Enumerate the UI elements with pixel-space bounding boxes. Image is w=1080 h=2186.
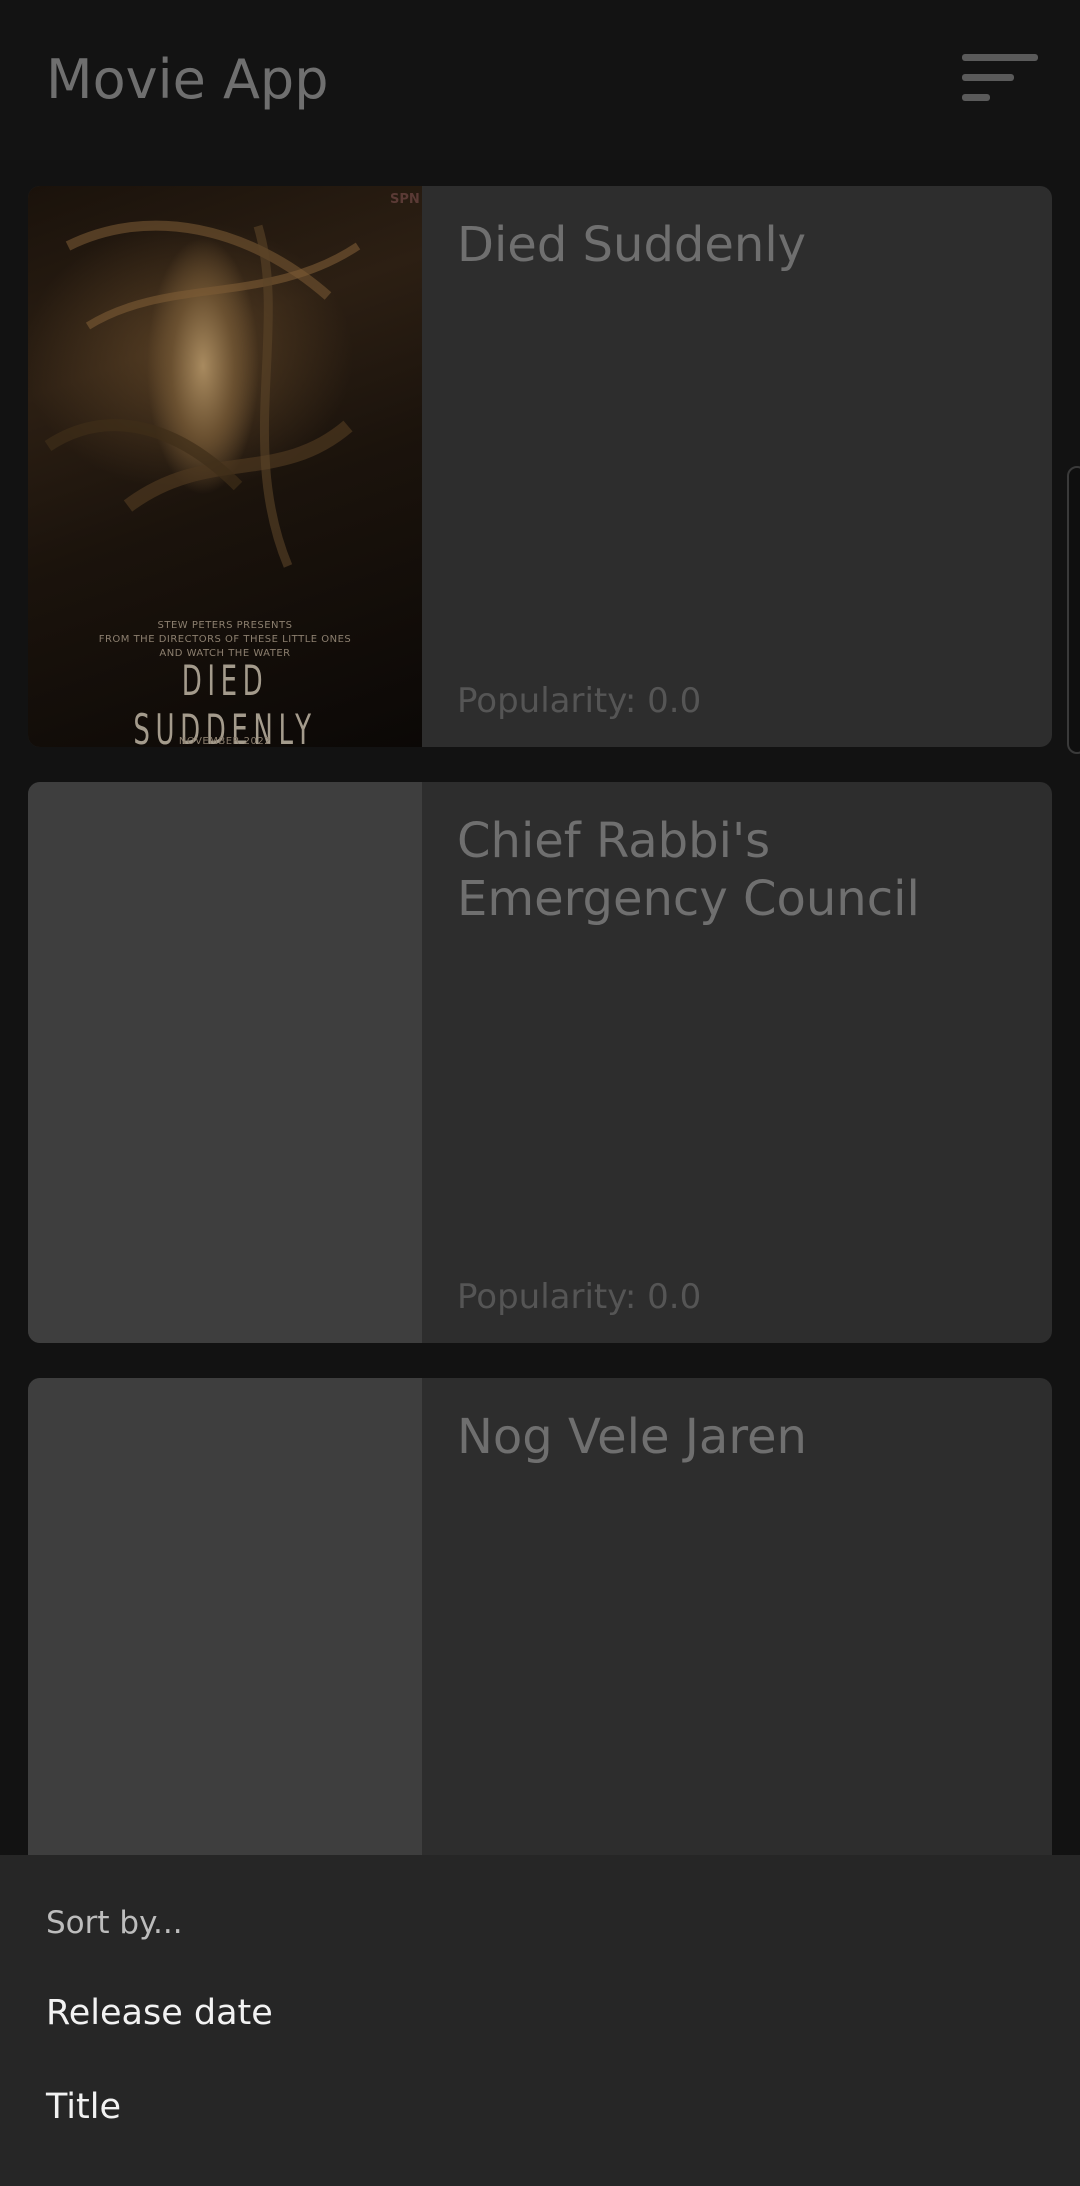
poster-logo: SPN bbox=[390, 192, 420, 207]
movie-card[interactable]: Chief Rabbi's Emergency Council Populari… bbox=[28, 782, 1052, 1343]
sort-icon[interactable] bbox=[962, 54, 1038, 102]
movie-popularity: Popularity: 0.0 bbox=[457, 1277, 702, 1317]
movie-card[interactable]: SPN STEW PETERS PRESENTS FROM THE DIRECT… bbox=[28, 186, 1052, 747]
movie-title: Died Suddenly bbox=[457, 217, 807, 273]
poster-date: NOVEMBER 2022 bbox=[178, 736, 272, 747]
app-bar: Movie App bbox=[0, 0, 1080, 160]
screen: Movie App SPN STEW PETERS PRESENTS FROM … bbox=[0, 0, 1080, 2186]
movie-poster-placeholder bbox=[28, 782, 422, 1343]
movie-popularity: Popularity: 0.0 bbox=[457, 681, 702, 721]
poster-text-line: STEW PETERS PRESENTS bbox=[157, 620, 293, 631]
movie-info: Died Suddenly Popularity: 0.0 bbox=[457, 186, 1012, 747]
poster-text-line: FROM THE DIRECTORS OF THESE LITTLE ONES bbox=[98, 634, 352, 645]
movie-poster: SPN STEW PETERS PRESENTS FROM THE DIRECT… bbox=[28, 186, 422, 747]
sort-sheet-header: Sort by... bbox=[46, 1905, 183, 1941]
poster-title: DIED SUDDENLY bbox=[133, 656, 317, 747]
scrollbar-handle[interactable] bbox=[1067, 466, 1080, 754]
movie-title: Chief Rabbi's Emergency Council bbox=[457, 813, 920, 927]
movie-info: Chief Rabbi's Emergency Council Populari… bbox=[457, 782, 1012, 1343]
sort-bottom-sheet: Sort by... Release date Title bbox=[0, 1855, 1080, 2186]
movie-title: Nog Vele Jaren bbox=[457, 1409, 807, 1465]
sort-option-release-date[interactable]: Release date bbox=[46, 1993, 273, 2033]
sort-option-title[interactable]: Title bbox=[46, 2087, 121, 2127]
app-title: Movie App bbox=[46, 48, 329, 111]
